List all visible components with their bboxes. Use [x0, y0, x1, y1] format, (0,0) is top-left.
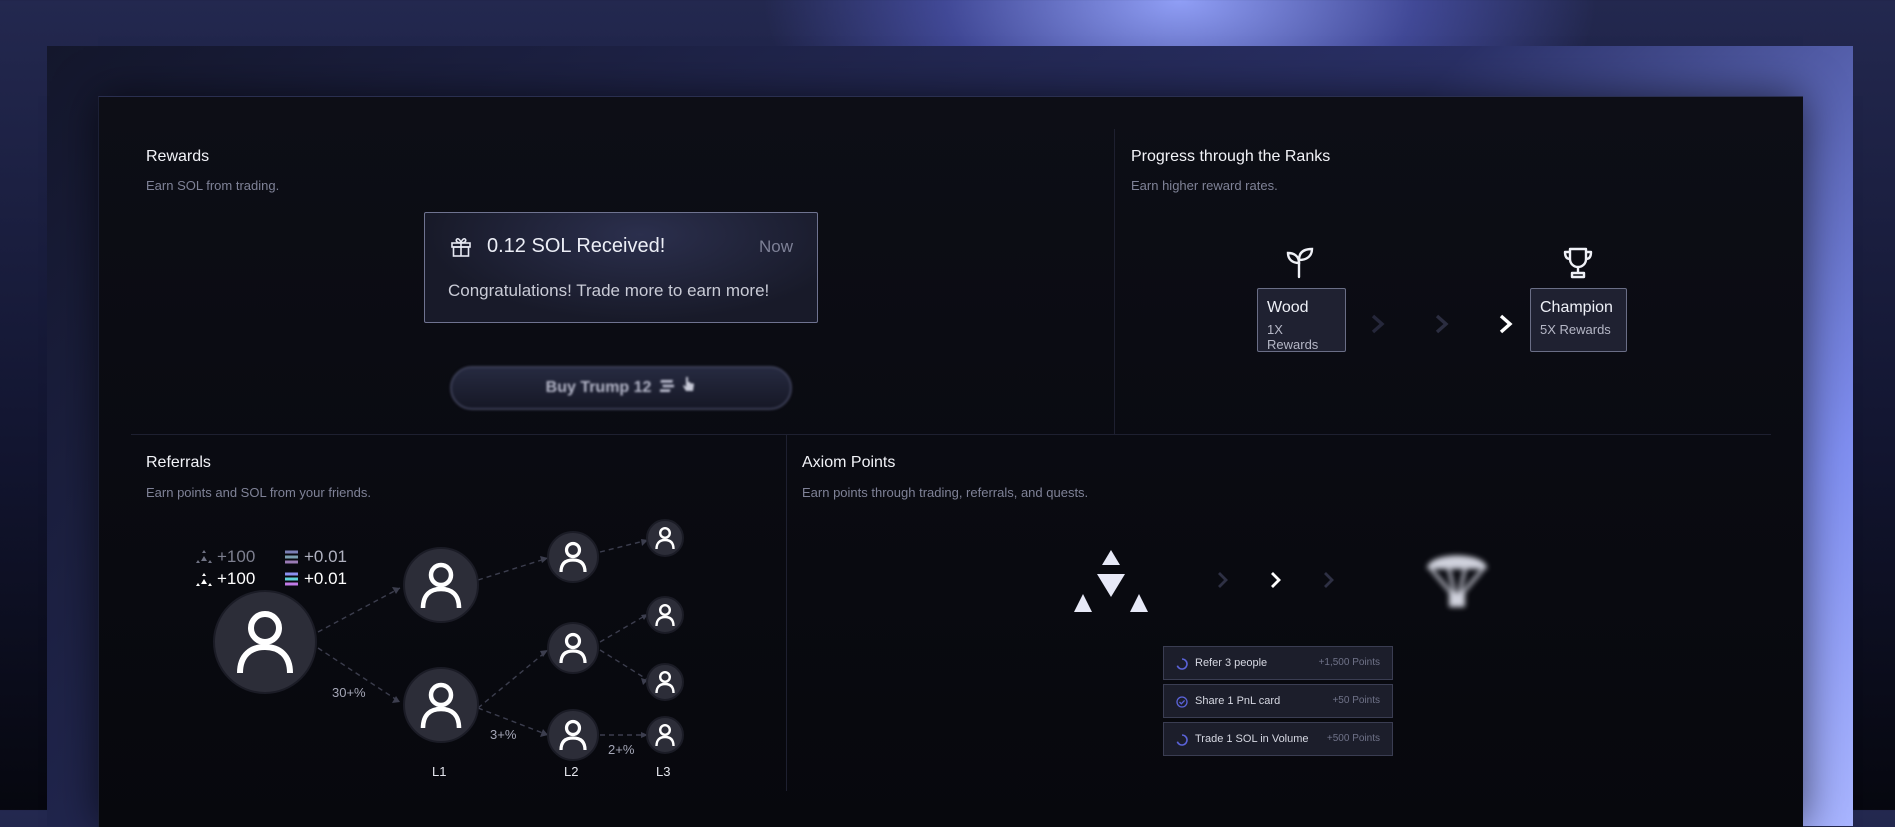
axiom-points-icon	[196, 573, 212, 592]
percentage-l1: 30+%	[332, 685, 366, 700]
axiom-logo-icon	[1073, 549, 1149, 620]
user-avatar-main	[213, 590, 317, 694]
referral-sol: +0.01	[304, 569, 348, 588]
referral-sol-faded: +0.01	[304, 547, 348, 566]
chevron-right-icon	[1322, 570, 1336, 595]
chevron-right-icon	[1216, 570, 1230, 595]
level-label-l3: L3	[656, 764, 671, 779]
quest-name: Share 1 PnL card	[1195, 695, 1281, 707]
solana-icon	[284, 572, 299, 591]
quest-item: Share 1 PnL card +50 Points	[1163, 684, 1393, 718]
user-avatar-l2	[547, 709, 599, 761]
user-icon	[655, 526, 675, 550]
level-label-l1: L1	[432, 764, 447, 779]
quest-item: Trade 1 SOL in Volume +500 Points	[1163, 722, 1393, 756]
user-avatar-l3	[646, 663, 684, 701]
user-avatar-l3	[646, 596, 684, 634]
user-avatar-l3	[646, 519, 684, 557]
referral-points: +100	[217, 569, 256, 588]
user-avatar-l3	[646, 716, 684, 754]
quest-name: Trade 1 SOL in Volume	[1195, 733, 1309, 745]
check-circle-icon	[1176, 696, 1188, 711]
user-avatar-l1	[403, 547, 479, 623]
quest-points: +500 Points	[1326, 733, 1380, 744]
user-icon	[237, 611, 293, 674]
parachute-icon	[1421, 543, 1493, 620]
user-icon	[420, 682, 462, 729]
user-icon	[420, 562, 462, 609]
quest-list: Refer 3 people +1,500 Points Share 1 PnL…	[1163, 646, 1393, 760]
user-icon	[559, 541, 587, 573]
solana-icon	[284, 550, 299, 569]
quest-name: Refer 3 people	[1195, 657, 1268, 669]
quest-points: +50 Points	[1332, 695, 1380, 706]
chevron-right-icon	[1269, 570, 1283, 595]
percentage-l2: 3+%	[490, 727, 517, 742]
user-icon	[655, 670, 675, 694]
quest-item: Refer 3 people +1,500 Points	[1163, 646, 1393, 680]
axiom-title: Axiom Points	[802, 454, 896, 471]
user-icon	[655, 603, 675, 627]
user-avatar-l2	[547, 531, 599, 583]
user-icon	[559, 632, 587, 664]
quest-points: +1,500 Points	[1318, 657, 1380, 668]
axiom-points-icon	[196, 550, 212, 569]
progress-spinner-icon	[1176, 658, 1188, 673]
user-icon	[559, 719, 587, 751]
user-icon	[655, 723, 675, 747]
user-avatar-l2	[547, 622, 599, 674]
user-avatar-l1	[403, 667, 479, 743]
axiom-subtitle: Earn points through trading, referrals, …	[802, 485, 1089, 500]
progress-spinner-icon	[1176, 734, 1188, 749]
level-label-l2: L2	[564, 764, 579, 779]
referral-points-faded: +100	[217, 547, 256, 566]
percentage-l3: 2+%	[608, 742, 635, 757]
